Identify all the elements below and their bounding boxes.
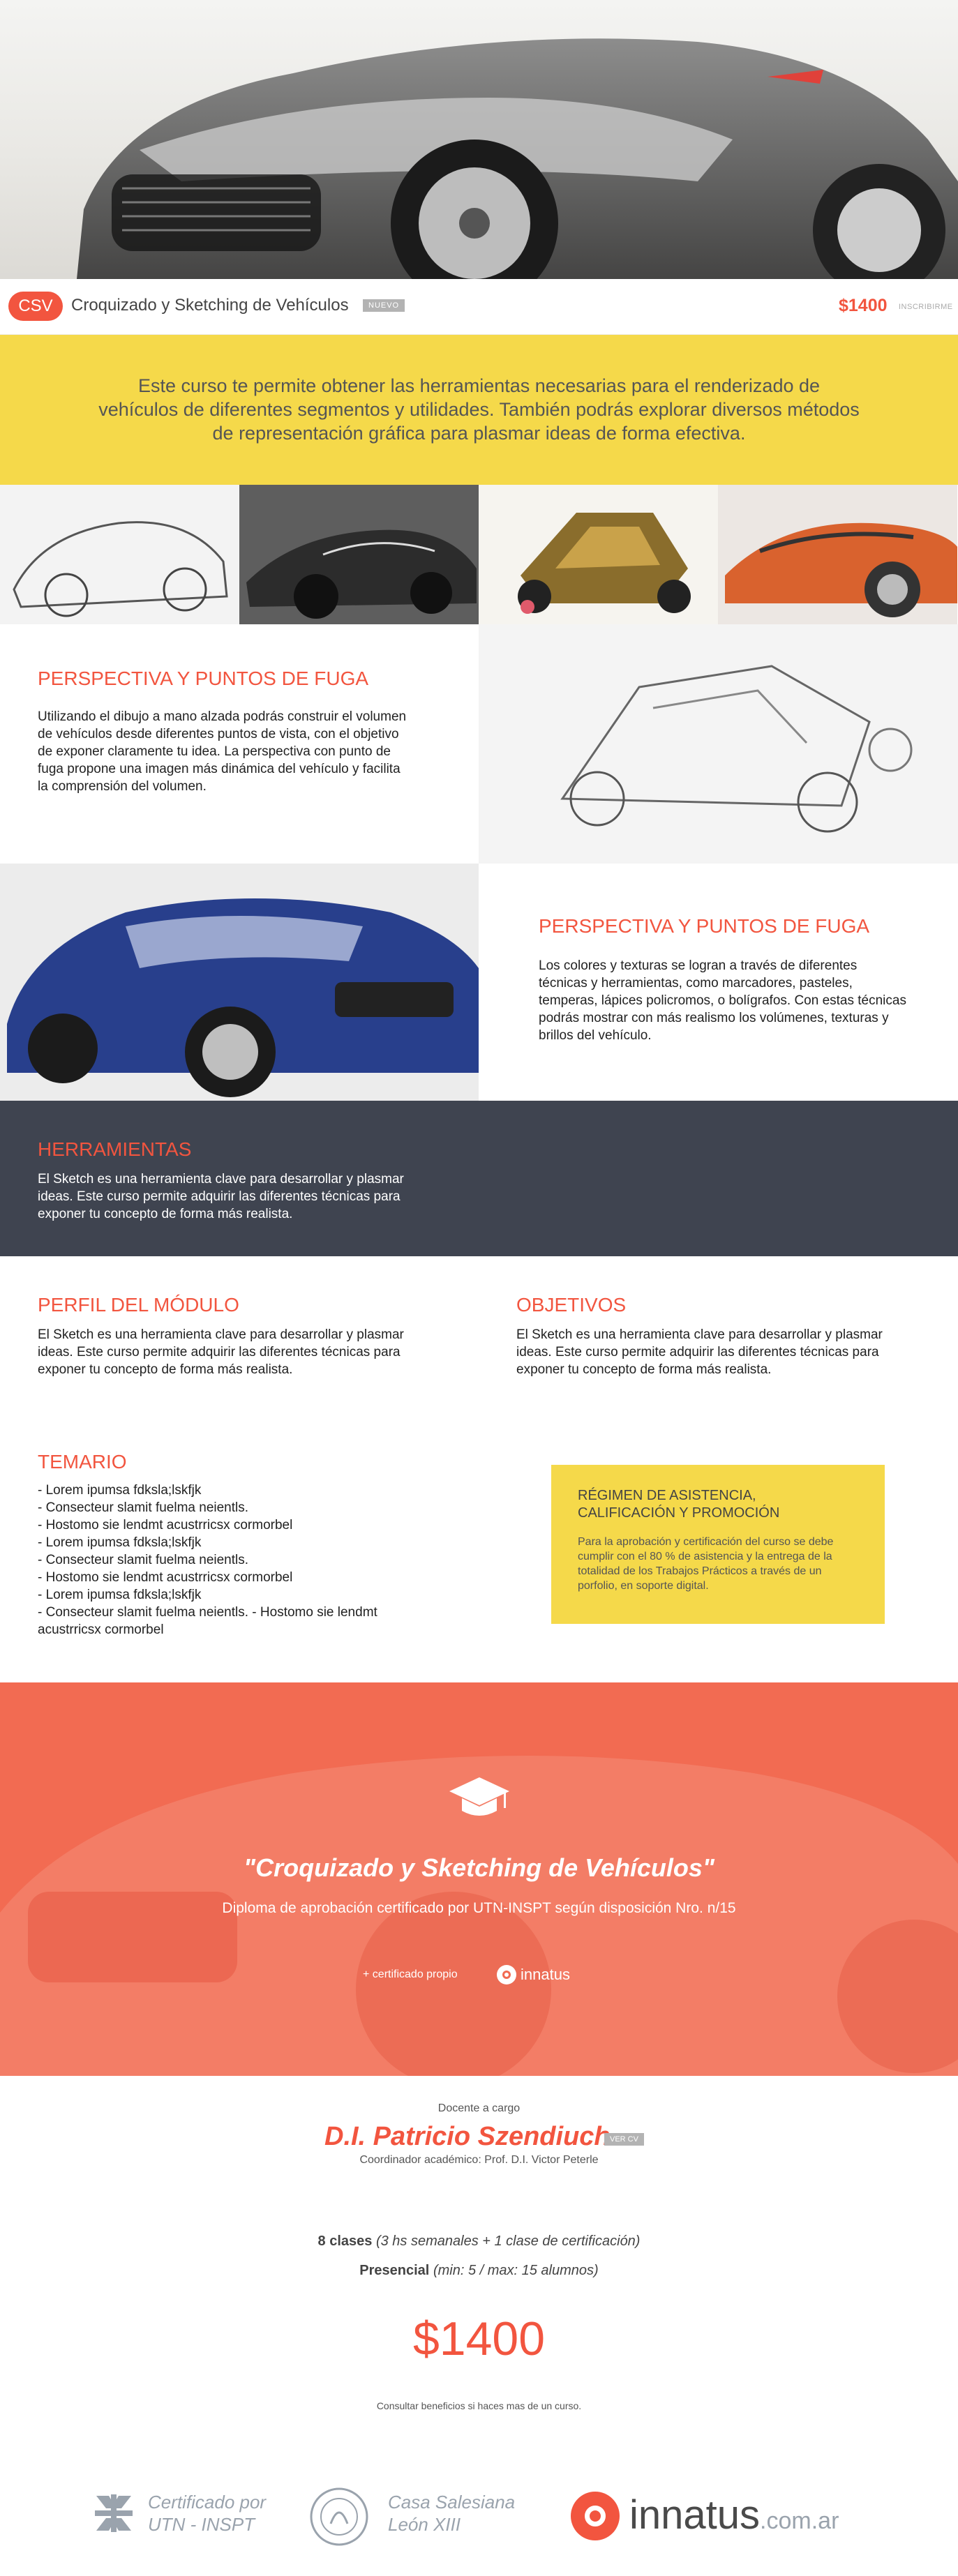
temario-list: - Lorem ipumsa fdksla;lskfjk - Consecteu… xyxy=(38,1482,470,1639)
graduation-cap-icon xyxy=(449,1777,509,1816)
course-info-section: 8 clases (3 hs semanales + 1 clase de ce… xyxy=(0,2201,958,2439)
buggy-sketch-image xyxy=(479,624,958,864)
regimen-text: Para la aprobación y certificación del c… xyxy=(578,1536,834,1592)
temario-item: - Consecteur slamit fuelma neientls. xyxy=(38,1553,249,1567)
perfil-objetivos-section: PERFIL DEL MÓDULO El Sketch es una herra… xyxy=(0,1256,958,1413)
temario-item: - Lorem ipumsa fdksla;lskfjk xyxy=(38,1483,202,1498)
gallery-image-3 xyxy=(479,485,718,624)
perfil-text: El Sketch es una herramienta clave para … xyxy=(38,1327,404,1377)
hero-banner xyxy=(0,0,958,279)
mode-line: Presencial (min: 5 / max: 15 alumnos) xyxy=(0,2263,958,2279)
course-bar: CSV Croquizado y Sketching de Vehículos … xyxy=(0,279,958,335)
temario-item: - Consecteur slamit fuelma neientls. xyxy=(38,1500,249,1515)
innatus-brand: innatus.com.ar xyxy=(629,2492,839,2538)
perspectiva-text-1: Utilizando el dibujo a mano alzada podrá… xyxy=(38,709,407,794)
intro-text: Este curso te permite obtener las herram… xyxy=(98,375,860,444)
utn-text-line-1: Certificado por xyxy=(148,2492,267,2513)
gallery-image-4 xyxy=(718,485,957,624)
cv-link[interactable]: VER CV xyxy=(604,2133,644,2146)
temario-item: - Hostomo sie lendmt acustrricsx cormorb… xyxy=(38,1518,293,1532)
herramientas-title: HERRAMIENTAS xyxy=(38,1138,192,1160)
temario-item: - Consecteur slamit fuelma neientls. - H… xyxy=(38,1605,377,1620)
regimen-title-line-1: RÉGIMEN DE ASISTENCIA, xyxy=(578,1488,756,1503)
cert-text: + certificado propio xyxy=(363,1968,458,1980)
utn-logo-icon xyxy=(95,2494,133,2532)
temario-item: - Lorem ipumsa fdksla;lskfjk xyxy=(38,1535,202,1550)
hero-car-sketch xyxy=(77,38,958,279)
perspectiva-section-1: PERSPECTIVA Y PUNTOS DE FUGA Utilizando … xyxy=(0,624,958,864)
objetivos-title: OBJETIVOS xyxy=(516,1294,627,1316)
casa-salesiana-seal-icon xyxy=(310,2487,368,2546)
casa-text-line-1: Casa Salesiana xyxy=(388,2492,516,2513)
course-code-badge: CSV xyxy=(8,292,63,321)
innatus-small-icon xyxy=(497,1965,516,1984)
course-price-large: $1400 xyxy=(412,2312,546,2365)
benefits-note: Consultar beneficios si haces mas de un … xyxy=(376,2400,582,2411)
mode-detail: (min: 5 / max: 15 alumnos) xyxy=(433,2263,599,2278)
casa-text-line-2: León XIII xyxy=(388,2514,461,2535)
blue-car-image xyxy=(0,864,479,1101)
temario-item: - Lorem ipumsa fdksla;lskfjk xyxy=(38,1588,202,1602)
diploma-subtitle: Diploma de aprobación certificado por UT… xyxy=(222,1900,736,1916)
herramientas-text: El Sketch es una herramienta clave para … xyxy=(38,1172,404,1221)
temario-title: TEMARIO xyxy=(38,1451,127,1472)
objetivos-text: El Sketch es una herramienta clave para … xyxy=(516,1327,883,1377)
perspectiva-text-2: Los colores y texturas se logran a travé… xyxy=(539,958,906,1043)
docente-section: Docente a cargo D.I. Patricio Szendiuch … xyxy=(0,2076,958,2201)
logos-footer: Certificado por UTN - INSPT Casa Salesia… xyxy=(0,2439,958,2576)
classes-detail: (3 hs semanales + 1 clase de certificaci… xyxy=(375,2234,641,2249)
sketch-gallery xyxy=(0,485,958,624)
diploma-section: "Croquizado y Sketching de Vehículos" Di… xyxy=(0,1682,958,2076)
perfil-title: PERFIL DEL MÓDULO xyxy=(38,1294,239,1316)
classes-count: 8 clases xyxy=(317,2234,373,2249)
perspectiva-title-2: PERSPECTIVA Y PUNTOS DE FUGA xyxy=(539,915,870,937)
diploma-title: "Croquizado y Sketching de Vehículos" xyxy=(244,1853,714,1882)
perspectiva-title-1: PERSPECTIVA Y PUNTOS DE FUGA xyxy=(38,668,369,689)
gallery-image-2 xyxy=(239,485,479,624)
perspectiva-section-2: PERSPECTIVA Y PUNTOS DE FUGA Los colores… xyxy=(0,864,958,1101)
mode-label: Presencial xyxy=(359,2263,430,2278)
docente-name: D.I. Patricio Szendiuch xyxy=(324,2122,611,2151)
innatus-logo-icon xyxy=(571,2492,620,2540)
temario-section: TEMARIO - Lorem ipumsa fdksla;lskfjk - C… xyxy=(0,1413,958,1682)
cert-brand: innatus xyxy=(521,1966,570,1983)
utn-text-line-2: UTN - INSPT xyxy=(148,2514,255,2535)
course-title: Croquizado y Sketching de Vehículos xyxy=(71,296,349,315)
regimen-box: RÉGIMEN DE ASISTENCIA, CALIFICACIÓN Y PR… xyxy=(551,1465,885,1624)
temario-item: acustrricsx cormorbel xyxy=(38,1622,164,1637)
intro-section: Este curso te permite obtener las herram… xyxy=(0,335,958,485)
new-tag: NUEVO xyxy=(363,299,405,312)
coordinator-text: Coordinador académico: Prof. D.I. Victor… xyxy=(359,2154,599,2166)
enroll-link[interactable]: INSCRIBIRME xyxy=(899,303,953,311)
innatus-name: innatus xyxy=(629,2492,761,2538)
docente-label: Docente a cargo xyxy=(437,2102,521,2114)
herramientas-section: HERRAMIENTAS El Sketch es una herramient… xyxy=(0,1101,958,1256)
classes-line: 8 clases (3 hs semanales + 1 clase de ce… xyxy=(0,2234,958,2250)
course-price: $1400 xyxy=(839,296,888,315)
innatus-domain: .com.ar xyxy=(760,2508,839,2534)
regimen-title-line-2: CALIFICACIÓN Y PROMOCIÓN xyxy=(578,1505,780,1521)
temario-item: - Hostomo sie lendmt acustrricsx cormorb… xyxy=(38,1570,293,1585)
gallery-image-1 xyxy=(0,485,239,624)
